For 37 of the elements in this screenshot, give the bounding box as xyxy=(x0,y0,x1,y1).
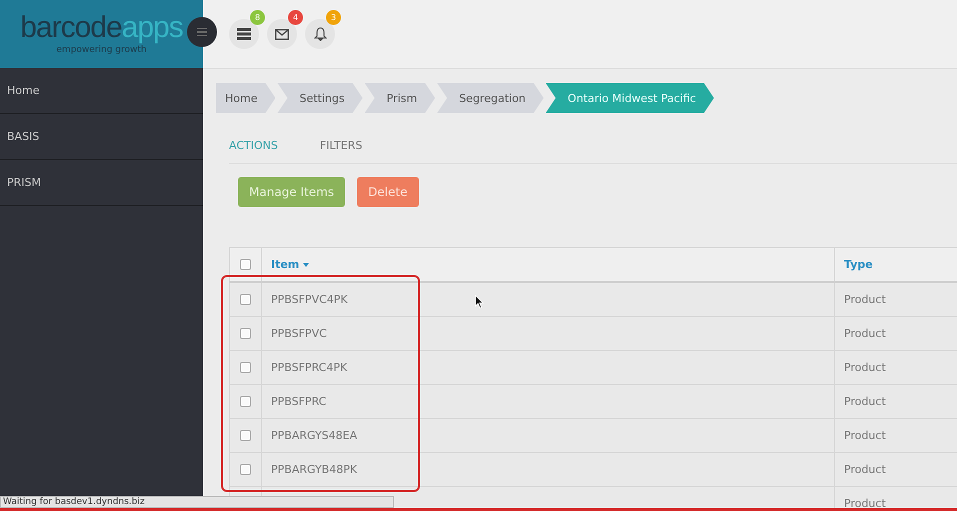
tab[interactable]: FILTERS xyxy=(320,131,362,152)
count-badge: 3 xyxy=(326,10,341,25)
count-badge: 8 xyxy=(250,10,265,25)
mouse-pointer-icon xyxy=(475,295,484,309)
count-badge: 4 xyxy=(288,10,303,25)
status-bar: Waiting for basdev1.dyndns.biz xyxy=(0,496,394,508)
column-header[interactable]: Item xyxy=(262,248,834,282)
checkbox[interactable] xyxy=(240,362,251,373)
bell-icon xyxy=(314,27,326,41)
table-cell: PPBSFPVC4PK xyxy=(262,282,834,316)
mail-icon xyxy=(275,28,289,40)
server-icon xyxy=(237,28,251,40)
brand-logo: barcodeapps xyxy=(20,13,183,43)
checkbox[interactable] xyxy=(240,464,251,475)
checkbox[interactable] xyxy=(240,328,251,339)
header-icon-button[interactable] xyxy=(267,19,297,49)
table-cell: PPBARGYS48EA xyxy=(262,418,834,452)
checkbox[interactable] xyxy=(240,430,251,441)
breadcrumb[interactable]: Ontario Midwest Pacific xyxy=(546,83,714,113)
table-cell: PPBSFPRC4PK xyxy=(262,350,834,384)
checkbox[interactable] xyxy=(240,259,251,270)
sidebar-item[interactable]: BASIS xyxy=(0,114,203,160)
column-header[interactable]: Type xyxy=(834,248,957,282)
header-icon-button[interactable] xyxy=(229,19,259,49)
sidebar-item[interactable]: Home xyxy=(0,68,203,114)
table-cell: PPBSFPVC xyxy=(262,316,834,350)
breadcrumb[interactable]: Segregation xyxy=(437,83,544,113)
logo-tagline: empowering growth xyxy=(56,45,147,55)
breadcrumb[interactable]: Settings xyxy=(277,83,363,113)
checkbox[interactable] xyxy=(240,396,251,407)
checkbox[interactable] xyxy=(240,294,251,305)
breadcrumb[interactable]: Prism xyxy=(364,83,436,113)
table-cell: PPBARGYB48PK xyxy=(262,452,834,486)
header-icon-button[interactable] xyxy=(305,19,335,49)
sidebar-item[interactable]: PRISM xyxy=(0,160,203,206)
table-cell: PPBSFPRC xyxy=(262,384,834,418)
breadcrumb[interactable]: Home xyxy=(216,83,276,113)
